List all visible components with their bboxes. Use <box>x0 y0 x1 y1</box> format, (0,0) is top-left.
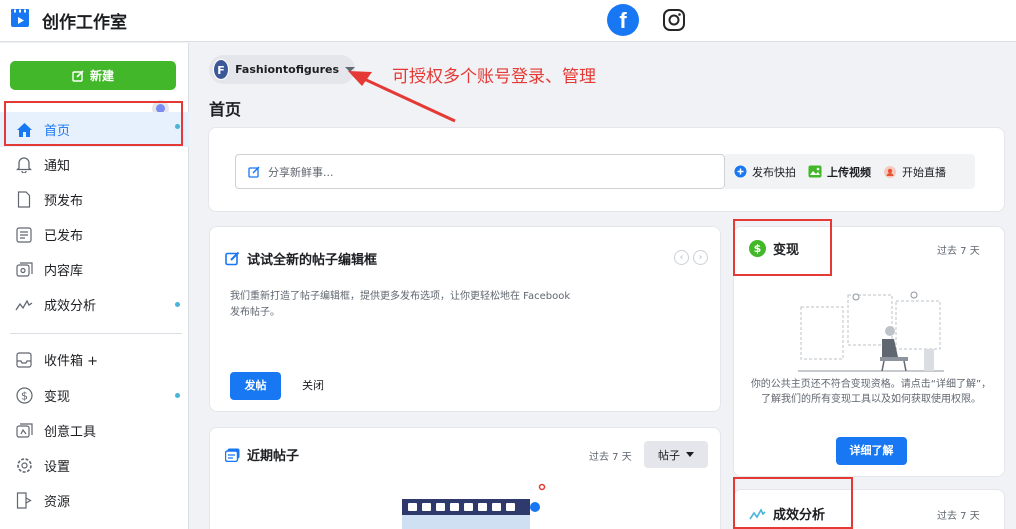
sidebar: 新建 首页 通知 预发布 已发布 内容库 成效分析 收件箱 + $ 变现 创意工… <box>0 43 189 529</box>
new-button[interactable]: 新建 <box>10 61 176 90</box>
account-switcher[interactable]: F Fashiontofigures <box>209 55 355 84</box>
svg-text:$: $ <box>21 390 28 403</box>
create-post-button[interactable]: 发帖 <box>230 372 281 400</box>
sidebar-item-label: 首页 <box>44 124 71 139</box>
card-description: 我们重新打造了帖子编辑框，提供更多发布选项，让你更轻松地在 Facebook 发… <box>230 291 571 318</box>
sidebar-item-monetization[interactable]: $ 变现 <box>0 378 189 413</box>
period-label: 过去 7 天 <box>937 246 980 257</box>
sidebar-item-label: 设置 <box>44 460 71 475</box>
creative-tools-icon <box>15 422 33 440</box>
avatar: F <box>213 59 230 80</box>
upload-video-button[interactable]: 上传视频 <box>808 164 871 180</box>
sidebar-item-scheduled[interactable]: 预发布 <box>0 182 189 217</box>
card-title: $ 变现 <box>749 239 799 258</box>
bell-icon <box>15 156 33 174</box>
sidebar-item-home[interactable]: 首页 <box>0 112 189 147</box>
sidebar-item-label: 成效分析 <box>44 299 97 314</box>
carousel-controls: ‹ › <box>674 250 708 265</box>
composer-placeholder: 分享新鲜事... <box>268 165 334 179</box>
app-title: 创作工作室 <box>42 13 127 33</box>
sidebar-item-published[interactable]: 已发布 <box>0 217 189 252</box>
sidebar-item-inbox[interactable]: 收件箱 + <box>0 342 189 377</box>
sidebar-item-label: 变现 <box>44 390 71 405</box>
document-icon <box>15 191 33 209</box>
new-button-label: 新建 <box>89 69 114 83</box>
library-icon <box>15 261 33 279</box>
monetization-card: $ 变现 过去 7 天 你的公共主页还不符合变现资格。请点击“详细了解”，了解我… <box>733 226 1005 477</box>
dollar-icon: $ <box>749 240 766 257</box>
story-label: 发布快拍 <box>752 165 796 179</box>
sidebar-item-label: 预发布 <box>44 194 84 209</box>
account-name: Fashiontofigures <box>235 63 339 76</box>
sidebar-item-label: 资源 <box>44 495 71 510</box>
insights-icon <box>749 507 766 519</box>
card-title-text: 成效分析 <box>773 508 826 523</box>
sidebar-item-notifications[interactable]: 通知 <box>0 147 189 182</box>
annotation-text: 可授权多个账号登录、管理 <box>392 67 596 87</box>
edit-icon <box>248 165 260 178</box>
sidebar-item-label: 已发布 <box>44 229 84 244</box>
sidebar-item-library[interactable]: 内容库 <box>0 252 189 287</box>
new-editor-promo-card: 试试全新的帖子编辑框 ‹ › 我们重新打造了帖子编辑框，提供更多发布选项，让你更… <box>209 226 721 412</box>
live-icon <box>884 165 896 178</box>
card-title-text: 试试全新的帖子编辑框 <box>247 253 378 268</box>
chevron-down-icon <box>686 452 694 457</box>
card-title: 成效分析 <box>749 504 825 523</box>
top-bar: 创作工作室 f <box>0 0 1016 42</box>
composer-card: 分享新鲜事... 发布快拍 上传视频 开始直播 <box>208 127 1005 212</box>
close-button[interactable]: 关闭 <box>302 372 324 400</box>
composer-actions: 发布快拍 上传视频 开始直播 <box>725 154 975 189</box>
sidebar-item-resources[interactable]: 资源 <box>0 483 189 518</box>
empty-state-illustration <box>402 483 546 529</box>
status-dot <box>175 124 180 129</box>
compose-icon <box>225 251 240 266</box>
sidebar-item-label: 通知 <box>44 159 71 174</box>
card-title: 试试全新的帖子编辑框 <box>225 249 377 268</box>
story-icon <box>734 165 747 178</box>
chevron-left-icon[interactable]: ‹ <box>674 250 689 265</box>
creator-studio-logo-icon <box>11 9 29 27</box>
card-description: 你的公共主页还不符合变现资格。请点击“详细了解”，了解我们的所有变现工具以及如何… <box>750 379 992 405</box>
sidebar-item-insights[interactable]: 成效分析 <box>0 287 189 322</box>
period-label: 过去 7 天 <box>937 511 980 522</box>
select-value: 帖子 <box>658 448 680 462</box>
empty-state-illustration <box>798 291 944 372</box>
sidebar-item-label: 收件箱 + <box>44 354 99 369</box>
chevron-right-icon[interactable]: › <box>693 250 708 265</box>
card-title: 近期帖子 <box>225 445 299 464</box>
inbox-icon <box>15 351 33 369</box>
gear-icon <box>15 457 33 475</box>
sidebar-divider <box>10 333 182 334</box>
page-title: 首页 <box>209 100 242 119</box>
story-button[interactable]: 发布快拍 <box>734 164 796 180</box>
recent-posts-card: 近期帖子 过去 7 天 帖子 <box>209 427 721 529</box>
resources-icon <box>15 492 33 510</box>
status-dot <box>175 302 180 307</box>
status-dot <box>175 393 180 398</box>
sidebar-item-creative-tools[interactable]: 创意工具 <box>0 413 189 448</box>
posts-icon <box>225 448 240 462</box>
sidebar-item-label: 内容库 <box>44 264 84 279</box>
published-icon <box>15 226 33 244</box>
home-icon <box>15 121 33 139</box>
dollar-icon: $ <box>15 387 33 405</box>
sidebar-item-label: 创意工具 <box>44 425 97 440</box>
edit-icon <box>72 69 84 82</box>
composer-input[interactable]: 分享新鲜事... <box>235 154 725 189</box>
period-label: 过去 7 天 <box>589 452 632 463</box>
card-title-text: 变现 <box>773 243 800 258</box>
card-title-text: 近期帖子 <box>247 449 300 464</box>
insights-icon <box>15 296 33 314</box>
video-upload-icon <box>808 165 822 178</box>
learn-more-button[interactable]: 详细了解 <box>836 437 907 465</box>
go-live-label: 开始直播 <box>902 165 946 179</box>
go-live-button[interactable]: 开始直播 <box>883 164 946 180</box>
sidebar-item-settings[interactable]: 设置 <box>0 448 189 483</box>
insights-card: 成效分析 过去 7 天 <box>733 489 1005 529</box>
post-type-select[interactable]: 帖子 <box>644 441 708 468</box>
upload-video-label: 上传视频 <box>827 165 871 179</box>
instagram-icon[interactable] <box>662 8 686 32</box>
facebook-icon[interactable]: f <box>607 4 639 36</box>
